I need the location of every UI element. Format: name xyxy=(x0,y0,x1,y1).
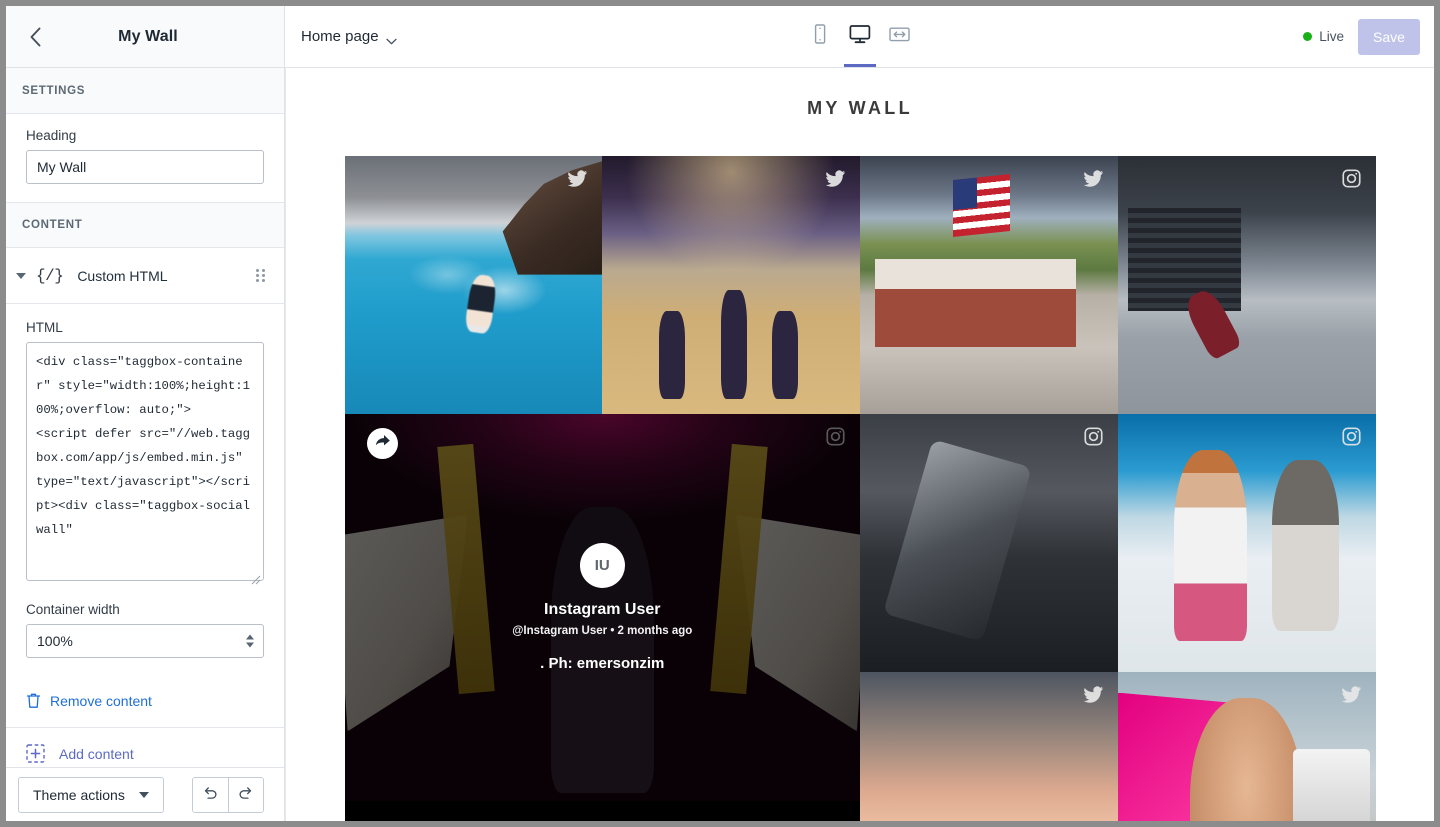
heading-input[interactable] xyxy=(26,150,264,184)
container-width-label: Container width xyxy=(26,602,264,617)
instagram-icon xyxy=(1341,426,1362,447)
add-block-icon xyxy=(26,744,45,763)
content-block-custom-html[interactable]: {/} Custom HTML xyxy=(6,248,284,304)
device-preview-toggle-group xyxy=(804,6,916,67)
post-text: . Ph: emersonzim xyxy=(540,655,664,672)
previewed-page: MY WALL xyxy=(286,68,1434,821)
remove-content-label: Remove content xyxy=(50,693,152,709)
tile-image xyxy=(1118,414,1376,672)
live-status-badge: Live xyxy=(1303,29,1344,44)
heading-field-label: Heading xyxy=(26,128,264,143)
share-button[interactable] xyxy=(367,428,398,459)
twitter-icon xyxy=(1083,168,1104,189)
full-width-icon xyxy=(888,24,911,50)
heading-field-block: Heading xyxy=(6,114,284,202)
share-icon xyxy=(374,434,391,454)
save-button[interactable]: Save xyxy=(1358,19,1420,55)
tile-dive[interactable] xyxy=(345,156,603,414)
tile-image xyxy=(1118,156,1376,414)
twitter-icon xyxy=(825,168,846,189)
tile-image xyxy=(1118,672,1376,821)
device-toggle-mobile[interactable] xyxy=(804,6,836,67)
instagram-icon xyxy=(1341,168,1362,189)
theme-actions-button[interactable]: Theme actions xyxy=(18,777,164,813)
desktop-icon xyxy=(848,23,872,50)
tile-image xyxy=(345,156,603,414)
add-content-label: Add content xyxy=(59,746,134,762)
undo-button[interactable] xyxy=(193,778,228,812)
container-width-field-block: Container width 100% xyxy=(6,596,284,676)
tile-image xyxy=(860,156,1118,414)
tile-restaurant[interactable] xyxy=(860,156,1118,414)
remove-content-button[interactable]: Remove content xyxy=(6,676,284,727)
post-overlay: IU Instagram User @Instagram User • 2 mo… xyxy=(345,414,861,801)
settings-sidebar: My Wall SETTINGS Heading CONTENT {/} Cus… xyxy=(6,6,285,821)
code-braces-icon: {/} xyxy=(36,267,63,285)
tile-angel-wings[interactable]: IU Instagram User @Instagram User • 2 mo… xyxy=(345,414,861,801)
sidebar-header: My Wall xyxy=(6,6,284,68)
social-wall-grid: IU Instagram User @Instagram User • 2 mo… xyxy=(345,156,1376,821)
avatar: IU xyxy=(580,543,625,588)
twitter-icon xyxy=(567,168,588,189)
sidebar-title: My Wall xyxy=(24,28,272,46)
chevron-down-icon xyxy=(386,32,396,42)
tile-urban-bike[interactable] xyxy=(1118,156,1376,414)
content-section-label: CONTENT xyxy=(6,202,284,248)
collapse-caret-icon[interactable] xyxy=(16,273,26,279)
post-meta: @Instagram User • 2 months ago xyxy=(512,625,692,637)
container-width-select[interactable]: 100% xyxy=(26,624,264,658)
page-title: MY WALL xyxy=(286,68,1434,119)
page-selector[interactable]: Home page xyxy=(301,28,396,45)
tile-image: CEBU xyxy=(860,672,1118,821)
content-block-label: Custom HTML xyxy=(77,268,256,284)
trash-icon xyxy=(26,692,41,709)
undo-icon xyxy=(202,784,219,806)
theme-editor-window: My Wall SETTINGS Heading CONTENT {/} Cus… xyxy=(6,6,1434,821)
topbar-right-controls: Live Save xyxy=(1303,19,1420,55)
tile-image xyxy=(602,156,860,414)
device-toggle-desktop[interactable] xyxy=(844,6,876,67)
tile-suspension[interactable] xyxy=(860,414,1118,672)
device-toggle-full-width[interactable] xyxy=(884,6,916,67)
twitter-icon xyxy=(1083,684,1104,705)
instagram-icon xyxy=(1083,426,1104,447)
mobile-icon xyxy=(810,23,830,50)
redo-icon xyxy=(237,784,254,806)
preview-canvas: MY WALL xyxy=(285,68,1434,821)
sidebar-bottom-bar: Theme actions xyxy=(6,767,284,821)
settings-section-label: SETTINGS xyxy=(6,68,284,114)
drag-handle-icon[interactable] xyxy=(256,269,268,283)
html-field-label: HTML xyxy=(26,320,264,335)
html-code-textarea[interactable] xyxy=(26,342,264,581)
live-status-dot-icon xyxy=(1303,32,1312,41)
tile-cebu[interactable]: CEBU xyxy=(860,672,1118,821)
undo-redo-group xyxy=(192,777,264,813)
chevron-down-icon xyxy=(139,792,149,798)
live-status-label: Live xyxy=(1319,29,1344,44)
main-area: Home page xyxy=(285,6,1434,821)
twitter-icon xyxy=(1341,684,1362,705)
tile-japan-cam[interactable] xyxy=(1118,672,1376,821)
tile-image xyxy=(860,414,1118,672)
tile-volleyball[interactable] xyxy=(602,156,860,414)
theme-actions-label: Theme actions xyxy=(33,787,125,803)
post-author-name: Instagram User xyxy=(544,601,661,619)
html-field-block: HTML xyxy=(6,304,284,596)
redo-button[interactable] xyxy=(228,778,263,812)
page-selector-label: Home page xyxy=(301,28,379,45)
editor-topbar: Home page xyxy=(285,6,1434,68)
tile-snow-dog[interactable] xyxy=(1118,414,1376,672)
